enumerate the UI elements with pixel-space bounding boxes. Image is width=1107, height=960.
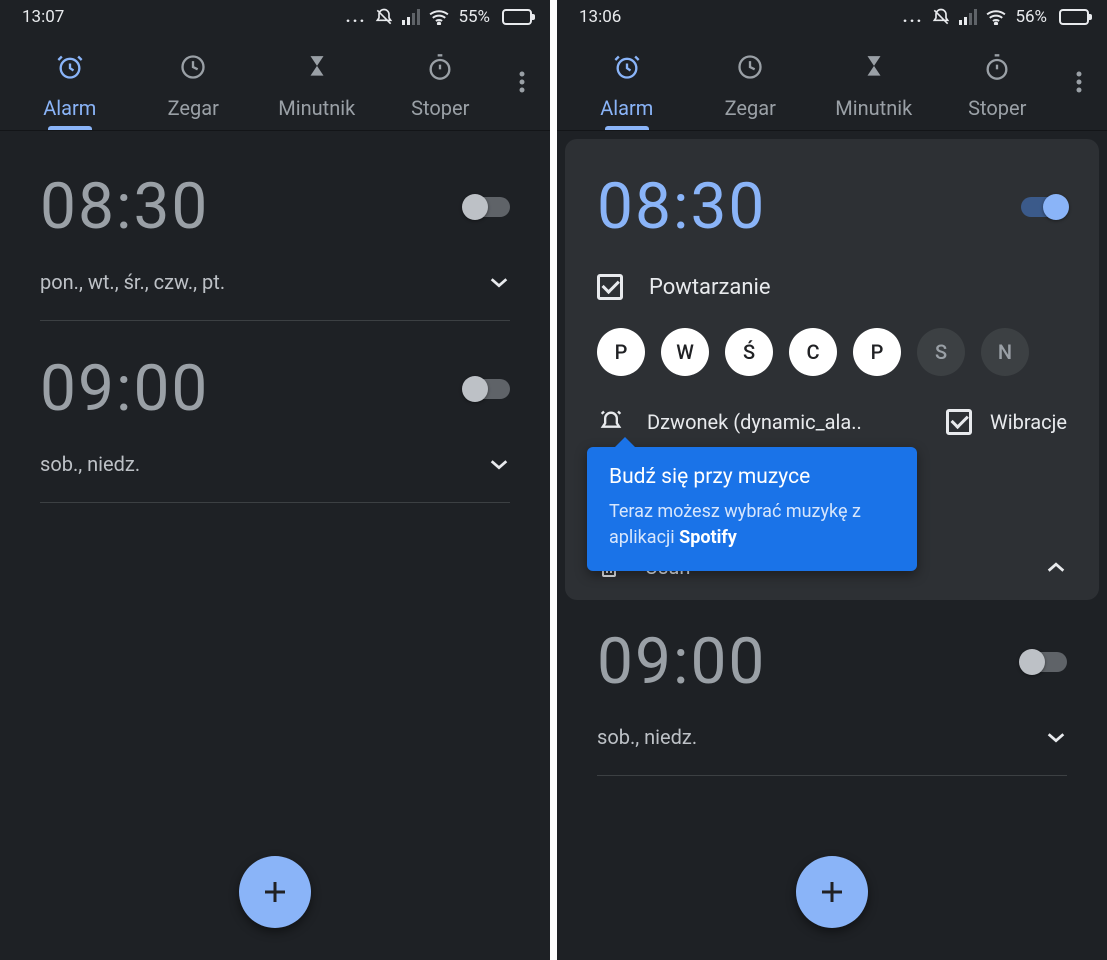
tooltip-title: Budź się przy muzyce: [609, 465, 895, 489]
overflow-menu-button[interactable]: [502, 70, 542, 130]
more-indicators-icon: ...: [346, 7, 367, 27]
tab-label: Stoper: [968, 96, 1026, 120]
vibrate-checkbox[interactable]: [946, 409, 972, 435]
repeat-checkbox[interactable]: [597, 274, 623, 300]
more-indicators-icon: ...: [903, 7, 924, 27]
tab-stopwatch[interactable]: Stoper: [936, 52, 1060, 130]
day-toggle[interactable]: S: [917, 328, 965, 376]
alarm-item[interactable]: 08:30 pon., wt., śr., czw., pt.: [0, 139, 550, 320]
tab-bar: Alarm Zegar Minutnik Stoper: [557, 34, 1107, 130]
alarm-toggle[interactable]: [1021, 197, 1067, 217]
tab-stopwatch[interactable]: Stoper: [379, 52, 503, 130]
phone-right: 13:06 ... 56% Alarm Ze: [557, 0, 1107, 960]
tab-label: Alarm: [600, 96, 653, 120]
alarm-item[interactable]: 09:00 sob., niedz.: [0, 321, 550, 502]
alarm-time[interactable]: 08:30: [597, 169, 766, 244]
alarm-time[interactable]: 08:30: [40, 169, 209, 244]
alarm-days-summary: pon., wt., śr., czw., pt.: [40, 270, 225, 294]
repeat-label: Powtarzanie: [649, 275, 770, 300]
alarm-toggle[interactable]: [1021, 652, 1067, 672]
battery-pct: 55%: [458, 7, 490, 27]
expand-icon[interactable]: [488, 275, 510, 289]
alarm-item[interactable]: 09:00 sob., niedz.: [557, 600, 1107, 775]
status-bar: 13:06 ... 56%: [557, 0, 1107, 34]
day-toggle[interactable]: N: [981, 328, 1029, 376]
day-toggle[interactable]: P: [597, 328, 645, 376]
day-toggle[interactable]: P: [853, 328, 901, 376]
alarm-days-summary: sob., niedz.: [597, 725, 697, 749]
stopwatch-icon: [426, 52, 454, 82]
expand-icon[interactable]: [1045, 730, 1067, 744]
tab-label: Stoper: [411, 96, 469, 120]
day-picker: PWŚCPSN: [597, 328, 1067, 376]
tab-clock[interactable]: Zegar: [132, 52, 256, 130]
wifi-icon: [985, 9, 1007, 25]
expand-icon[interactable]: [488, 457, 510, 471]
battery-icon: [498, 9, 532, 25]
tab-label: Zegar: [725, 96, 776, 120]
overflow-menu-button[interactable]: [1059, 70, 1099, 130]
alarm-days-summary: sob., niedz.: [40, 452, 140, 476]
tab-label: Alarm: [43, 96, 96, 120]
tab-label: Minutnik: [278, 96, 355, 120]
tab-alarm[interactable]: Alarm: [565, 52, 689, 130]
collapse-icon[interactable]: [1045, 560, 1067, 574]
hourglass-icon: [861, 52, 887, 82]
tab-timer[interactable]: Minutnik: [812, 52, 936, 130]
spotify-tooltip[interactable]: Budź się przy muzyce Teraz możesz wybrać…: [587, 447, 917, 571]
hourglass-icon: [304, 52, 330, 82]
tab-bar: Alarm Zegar Minutnik Stoper: [0, 34, 550, 130]
ringtone-label[interactable]: Dzwonek (dynamic_ala..: [647, 410, 924, 434]
alarm-time[interactable]: 09:00: [597, 624, 766, 699]
status-time: 13:06: [579, 7, 621, 27]
wifi-icon: [428, 9, 450, 25]
add-alarm-fab[interactable]: [796, 856, 868, 928]
tab-label: Minutnik: [835, 96, 912, 120]
day-toggle[interactable]: W: [661, 328, 709, 376]
clock-icon: [179, 52, 207, 82]
alarm-toggle[interactable]: [464, 197, 510, 217]
alarm-toggle[interactable]: [464, 379, 510, 399]
phone-left: 13:07 ... 55% Alarm Ze: [0, 0, 550, 960]
day-toggle[interactable]: C: [789, 328, 837, 376]
alarm-icon: [56, 52, 84, 82]
tooltip-body: Teraz możesz wybrać muzykę z aplikacji S…: [609, 499, 895, 551]
day-toggle[interactable]: Ś: [725, 328, 773, 376]
ringtone-icon: [597, 408, 625, 436]
add-alarm-fab[interactable]: [239, 856, 311, 928]
tab-label: Zegar: [168, 96, 219, 120]
tab-alarm[interactable]: Alarm: [8, 52, 132, 130]
signal-icon: [959, 9, 977, 25]
battery-pct: 56%: [1015, 7, 1047, 27]
battery-icon: [1055, 9, 1089, 25]
status-time: 13:07: [22, 7, 64, 27]
clock-icon: [736, 52, 764, 82]
tab-clock[interactable]: Zegar: [689, 52, 813, 130]
alarm-time[interactable]: 09:00: [40, 351, 209, 426]
tab-timer[interactable]: Minutnik: [255, 52, 379, 130]
dnd-icon: [374, 7, 394, 27]
divider: [40, 502, 510, 503]
alarm-expanded-card: 08:30 Powtarzanie PWŚCPSN Dzwonek (dynam…: [565, 139, 1099, 600]
divider: [597, 775, 1067, 776]
alarm-list: 08:30 pon., wt., śr., czw., pt. 09:00 so…: [0, 131, 550, 503]
status-bar: 13:07 ... 55%: [0, 0, 550, 34]
alarm-icon: [613, 52, 641, 82]
stopwatch-icon: [983, 52, 1011, 82]
dnd-icon: [931, 7, 951, 27]
signal-icon: [402, 9, 420, 25]
vibrate-label: Wibracje: [990, 410, 1067, 434]
